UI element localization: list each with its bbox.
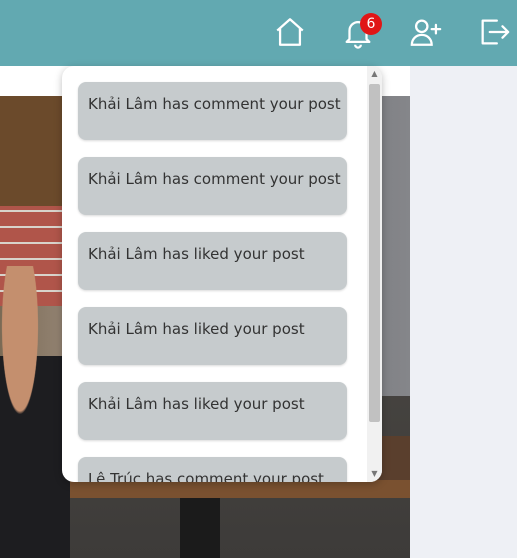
notification-item[interactable]: Khải Lâm has comment your post [78,82,347,140]
notification-count-badge: 6 [360,13,382,35]
home-icon[interactable] [272,14,308,50]
notification-item[interactable]: Khải Lâm has comment your post [78,157,347,215]
notification-item[interactable]: Khải Lâm has liked your post [78,307,347,365]
notification-list: Khải Lâm has comment your post Khải Lâm h… [62,66,367,482]
scroll-thumb[interactable] [369,84,380,422]
top-navbar: 6 [0,0,517,66]
add-user-icon[interactable] [408,14,444,50]
scroll-up-arrow-icon[interactable]: ▲ [367,66,382,82]
scrollbar[interactable]: ▲ ▼ [367,66,382,482]
notification-item[interactable]: Khải Lâm has liked your post [78,232,347,290]
logout-icon[interactable] [476,14,512,50]
notification-dropdown: Khải Lâm has comment your post Khải Lâm h… [62,66,382,482]
notification-item[interactable]: Khải Lâm has liked your post [78,382,347,440]
scroll-down-arrow-icon[interactable]: ▼ [367,466,382,482]
notification-item[interactable]: Lê Trúc has comment your post [78,457,347,482]
